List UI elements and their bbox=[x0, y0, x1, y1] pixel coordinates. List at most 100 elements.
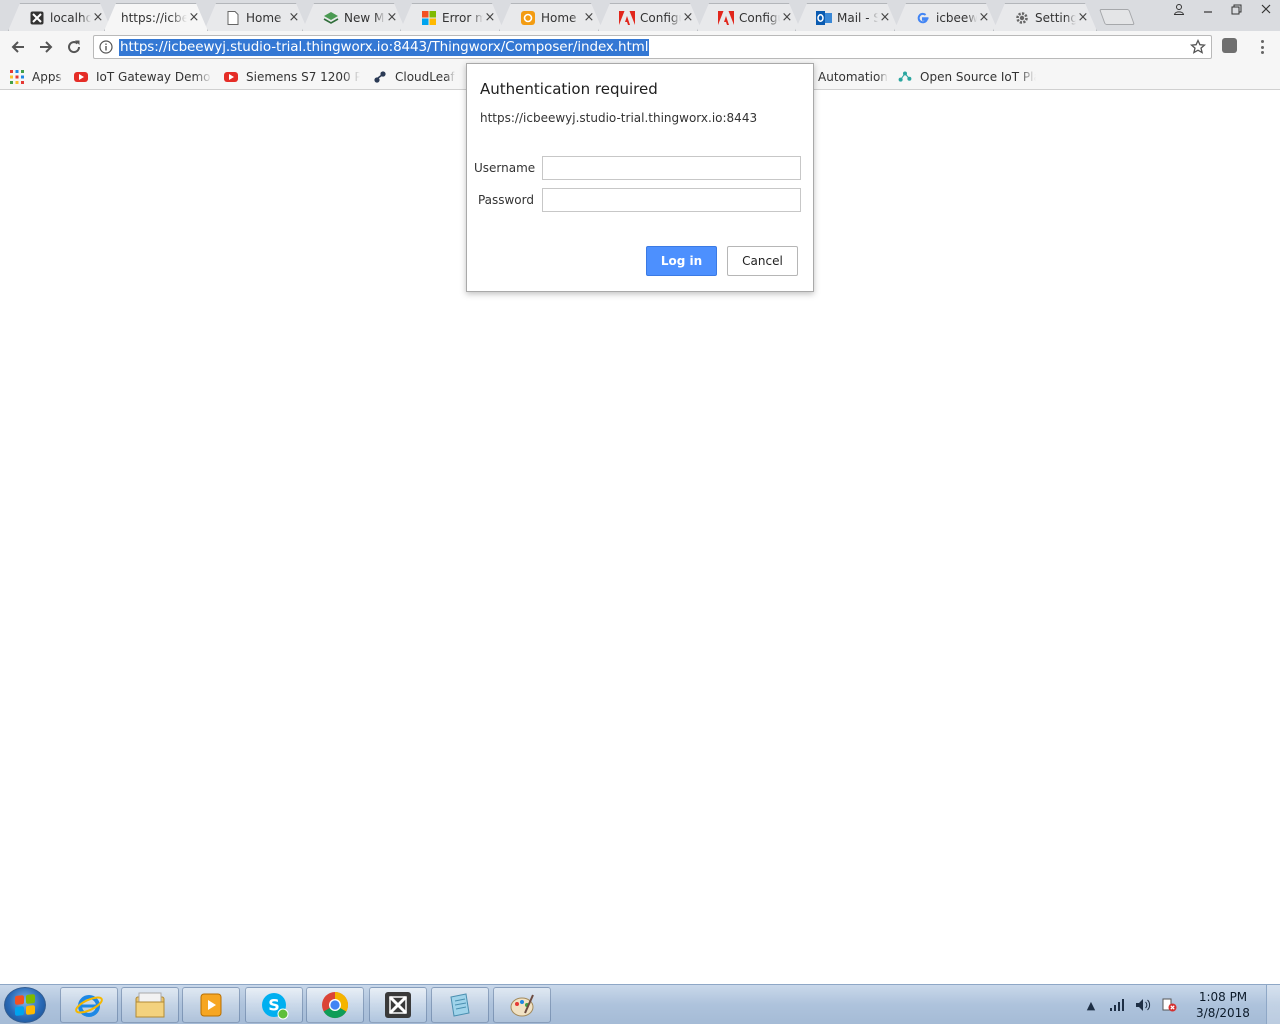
bookmark-label: IoT Gateway Demo V bbox=[96, 70, 212, 84]
tab-label: Home bbox=[541, 10, 577, 25]
close-icon[interactable]: × bbox=[91, 11, 105, 25]
action-center-warning-icon[interactable] bbox=[1161, 997, 1177, 1013]
close-icon[interactable]: × bbox=[1076, 11, 1090, 25]
arrow-right-icon bbox=[40, 41, 53, 53]
close-icon[interactable]: × bbox=[878, 11, 892, 25]
log-in-button[interactable]: Log in bbox=[646, 246, 717, 276]
username-input[interactable] bbox=[542, 156, 801, 180]
youtube-icon bbox=[224, 70, 238, 84]
network-signal-icon[interactable] bbox=[1109, 997, 1125, 1013]
taskbar-notepad[interactable] bbox=[431, 987, 489, 1023]
tab-label: icbeewyj bbox=[936, 10, 977, 25]
tab-settings[interactable]: Settings × bbox=[993, 3, 1097, 31]
tab-label: New Message bbox=[344, 10, 385, 25]
show-desktop-button[interactable] bbox=[1266, 985, 1280, 1024]
taskbar-thingworx[interactable] bbox=[369, 987, 427, 1023]
bookmark-label: CloudLeaf bbox=[395, 70, 455, 84]
reload-button[interactable] bbox=[63, 36, 85, 58]
tab-label: https://icbeewyj bbox=[121, 10, 187, 25]
skype-icon: S bbox=[262, 993, 289, 1020]
bookmark-automation[interactable]: Automation bbox=[818, 69, 888, 85]
chrome-icon bbox=[322, 992, 349, 1019]
close-icon[interactable]: × bbox=[483, 11, 497, 25]
taskbar-skype[interactable]: S bbox=[245, 987, 303, 1023]
taskbar-internet-explorer[interactable] bbox=[60, 987, 118, 1023]
menu-icon[interactable] bbox=[1258, 40, 1266, 54]
tab-error-message[interactable]: Error message × bbox=[400, 3, 504, 31]
volume-icon[interactable] bbox=[1135, 997, 1151, 1013]
tab-label: localhost bbox=[50, 10, 91, 25]
url-text[interactable]: https://icbeewyj.studio-trial.thingworx.… bbox=[119, 39, 650, 56]
tab-active-icbeewyj[interactable]: https://icbeewyj × bbox=[104, 3, 208, 31]
start-button[interactable] bbox=[4, 987, 46, 1023]
address-bar[interactable]: https://icbeewyj.studio-trial.thingworx.… bbox=[93, 35, 1212, 59]
close-window-button[interactable] bbox=[1251, 0, 1280, 18]
close-icon[interactable]: × bbox=[287, 11, 301, 25]
taskbar-file-explorer[interactable] bbox=[121, 987, 179, 1023]
bookmark-apps[interactable]: Apps bbox=[10, 69, 62, 85]
microsoft-icon bbox=[421, 10, 437, 26]
tab-label: Configure bbox=[640, 10, 679, 25]
taskbar-paint[interactable] bbox=[493, 987, 551, 1023]
file-explorer-icon bbox=[135, 992, 165, 1018]
reload-icon bbox=[68, 40, 81, 54]
tab-google-search[interactable]: icbeewyj × bbox=[894, 3, 998, 31]
notepad-icon bbox=[450, 993, 470, 1017]
media-player-icon bbox=[200, 993, 222, 1017]
cancel-button[interactable]: Cancel bbox=[727, 246, 798, 276]
restore-button[interactable] bbox=[1222, 0, 1251, 18]
system-clock[interactable]: 1:08 PM 3/8/2018 bbox=[1186, 989, 1260, 1021]
page-icon bbox=[225, 10, 241, 26]
profile-icon[interactable] bbox=[1164, 0, 1193, 18]
thingworx-icon bbox=[29, 10, 45, 26]
browser-window: localhost × https://icbeewyj × Home × Ne… bbox=[0, 0, 1280, 1024]
tab-mail[interactable]: Mail - S × bbox=[795, 3, 899, 31]
info-icon[interactable] bbox=[99, 40, 113, 54]
tab-strip: localhost × https://icbeewyj × Home × Ne… bbox=[0, 0, 1280, 31]
forward-button[interactable] bbox=[35, 36, 57, 58]
close-icon[interactable]: × bbox=[780, 11, 794, 25]
taskbar-chrome[interactable] bbox=[306, 987, 364, 1023]
browser-toolbar: https://icbeewyj.studio-trial.thingworx.… bbox=[0, 31, 1280, 63]
tab-label: Home bbox=[246, 10, 282, 25]
tab-home[interactable]: Home × bbox=[204, 3, 308, 31]
tab-label: Mail - S bbox=[837, 10, 878, 25]
thingworx-icon bbox=[385, 992, 411, 1018]
new-tab-button[interactable] bbox=[1099, 9, 1135, 25]
close-icon[interactable]: × bbox=[385, 11, 399, 25]
extension-icon[interactable] bbox=[1222, 38, 1237, 53]
password-label: Password bbox=[477, 193, 534, 207]
bookmark-iot-gateway-demo[interactable]: IoT Gateway Demo V bbox=[74, 69, 212, 85]
close-icon[interactable]: × bbox=[977, 11, 991, 25]
chevron-up-icon[interactable]: ▲ bbox=[1083, 997, 1099, 1013]
bookmark-label: Automation bbox=[818, 70, 888, 84]
password-input[interactable] bbox=[542, 188, 801, 212]
authentication-dialog: Authentication required https://icbeewyj… bbox=[466, 63, 814, 292]
youtube-icon bbox=[74, 70, 88, 84]
bookmark-cloudleaf[interactable]: CloudLeaf bbox=[373, 69, 455, 85]
bookmark-open-source-iot[interactable]: Open Source IoT Plat bbox=[898, 69, 1036, 85]
username-label: Username bbox=[474, 161, 536, 175]
bookmark-label: Open Source IoT Plat bbox=[920, 70, 1036, 84]
close-icon[interactable]: × bbox=[681, 11, 695, 25]
back-button[interactable] bbox=[7, 36, 29, 58]
tab-configure-2[interactable]: Configure × bbox=[697, 3, 801, 31]
system-tray: ▲ 1:08 PM 3/8/2018 bbox=[1078, 985, 1280, 1024]
dialog-origin: https://icbeewyj.studio-trial.thingworx.… bbox=[480, 111, 758, 125]
close-icon[interactable]: × bbox=[187, 11, 201, 25]
tab-new-message[interactable]: New Message × bbox=[302, 3, 406, 31]
tab-configure-1[interactable]: Configure × bbox=[598, 3, 702, 31]
bookmark-siemens-plc[interactable]: Siemens S7 1200 PLC bbox=[224, 69, 360, 85]
outlook-icon bbox=[816, 10, 832, 26]
minimize-button[interactable] bbox=[1193, 0, 1222, 18]
clock-date: 3/8/2018 bbox=[1196, 1006, 1250, 1020]
taskbar-media-player[interactable] bbox=[182, 987, 240, 1023]
tab-localhost[interactable]: localhost × bbox=[8, 3, 112, 31]
apps-grid-icon bbox=[10, 70, 24, 84]
tab-home-2[interactable]: Home × bbox=[499, 3, 603, 31]
close-icon[interactable]: × bbox=[582, 11, 596, 25]
adobe-icon bbox=[619, 10, 635, 26]
star-icon[interactable] bbox=[1190, 39, 1206, 55]
adobe-icon bbox=[718, 10, 734, 26]
windows-logo-icon bbox=[15, 994, 35, 1016]
